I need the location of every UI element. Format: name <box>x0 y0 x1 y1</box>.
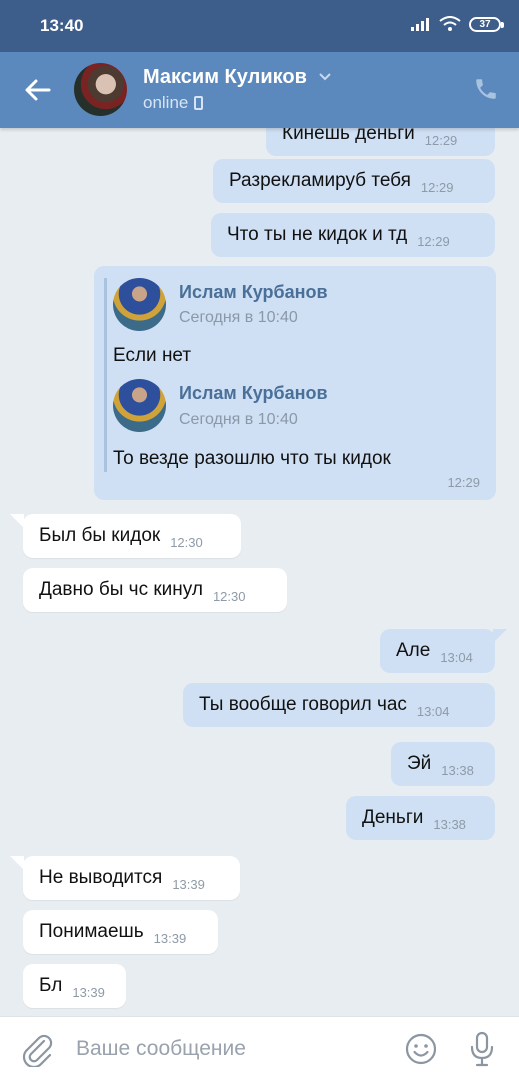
message-time: 12:29 <box>424 132 458 148</box>
battery-icon: 37 <box>469 16 504 32</box>
forward-text: То везде разошлю что ты кидок <box>113 448 391 469</box>
contact-name[interactable]: Максим Куликов <box>143 66 307 89</box>
message-text: Але <box>396 640 431 661</box>
status-icons: 37 <box>411 16 504 32</box>
message-outgoing[interactable]: Кинешь деньги 12:29 <box>266 128 495 156</box>
message-time: 12:30 <box>212 588 246 604</box>
forward-quote-bar <box>104 278 107 472</box>
status-bar: 13:40 37 <box>0 0 519 52</box>
message-text: Кинешь деньги <box>282 128 415 144</box>
chevron-down-icon[interactable] <box>318 72 332 82</box>
message-incoming[interactable]: Понимаешь 13:39 <box>23 910 218 954</box>
forward-text: Если нет <box>113 345 192 366</box>
microphone-icon[interactable] <box>468 1031 496 1067</box>
forward-author-avatar[interactable] <box>113 278 166 331</box>
message-outgoing[interactable]: Что ты не кидок и тд 12:29 <box>211 213 495 257</box>
message-text: Что ты не кидок и тд <box>227 224 408 245</box>
forward-author-avatar[interactable] <box>113 379 166 432</box>
mobile-device-icon <box>194 96 204 110</box>
message-outgoing[interactable]: Деньги 13:38 <box>346 796 495 840</box>
message-incoming[interactable]: Был бы кидок 12:30 <box>10 514 241 558</box>
message-text: Не выводится <box>39 867 163 888</box>
paperclip-icon[interactable] <box>20 1031 54 1067</box>
message-outgoing[interactable]: Ты вообще говорил час 13:04 <box>183 683 495 727</box>
message-text: Разрекламируб тебя <box>229 170 411 191</box>
signal-icon <box>411 18 429 31</box>
message-time: 13:38 <box>441 762 474 778</box>
message-outgoing[interactable]: Але 13:04 <box>380 629 507 673</box>
message-text: Бл <box>39 975 63 996</box>
message-incoming[interactable]: Давно бы чс кинул 12:30 <box>23 568 287 612</box>
message-time: 13:38 <box>433 816 466 832</box>
forwarded-message-bubble[interactable]: Ислам Курбанов Сегодня в 10:40 Если нет … <box>94 266 496 500</box>
message-list[interactable]: Кинешь деньги 12:29 Разрекламируб тебя 1… <box>0 128 519 1016</box>
contact-avatar[interactable] <box>74 63 127 116</box>
forward-author-name[interactable]: Ислам Курбанов <box>179 282 328 303</box>
message-time: 13:39 <box>153 930 187 946</box>
message-time: 13:04 <box>440 649 473 665</box>
forward-date: Сегодня в 10:40 <box>179 309 298 326</box>
message-time: 12:29 <box>417 233 450 249</box>
back-arrow-icon[interactable] <box>22 74 54 106</box>
message-time: 13:04 <box>416 703 450 719</box>
message-input[interactable]: Ваше сообщение <box>76 1037 246 1061</box>
message-text: Давно бы чс кинул <box>39 579 203 600</box>
phone-call-icon[interactable] <box>473 76 499 102</box>
wifi-icon <box>439 16 461 31</box>
message-time: 13:39 <box>172 876 205 892</box>
message-incoming[interactable]: Не выводится 13:39 <box>10 856 240 900</box>
message-text: Деньги <box>362 807 424 828</box>
contact-status: online <box>143 93 204 113</box>
message-text: Ты вообще говорил час <box>199 694 407 715</box>
message-time: 12:29 <box>447 475 480 490</box>
message-text: Был бы кидок <box>39 525 161 546</box>
message-text: Понимаешь <box>39 921 144 942</box>
smiley-icon[interactable] <box>405 1033 437 1065</box>
message-time: 12:30 <box>170 534 203 550</box>
message-outgoing[interactable]: Разрекламируб тебя 12:29 <box>213 159 495 203</box>
message-incoming[interactable]: Бл 13:39 <box>23 964 126 1008</box>
forward-date: Сегодня в 10:40 <box>179 411 298 428</box>
status-time: 13:40 <box>40 16 84 35</box>
online-status-text: online <box>143 93 189 112</box>
message-outgoing[interactable]: Эй 13:38 <box>391 742 495 786</box>
message-time: 13:39 <box>72 984 105 1000</box>
message-text: Эй <box>407 753 432 774</box>
forward-author-name[interactable]: Ислам Курбанов <box>179 383 328 404</box>
message-composer: Ваше сообщение <box>0 1016 519 1080</box>
chat-header: Максим Куликов online <box>0 52 519 128</box>
message-time: 12:29 <box>420 179 454 195</box>
